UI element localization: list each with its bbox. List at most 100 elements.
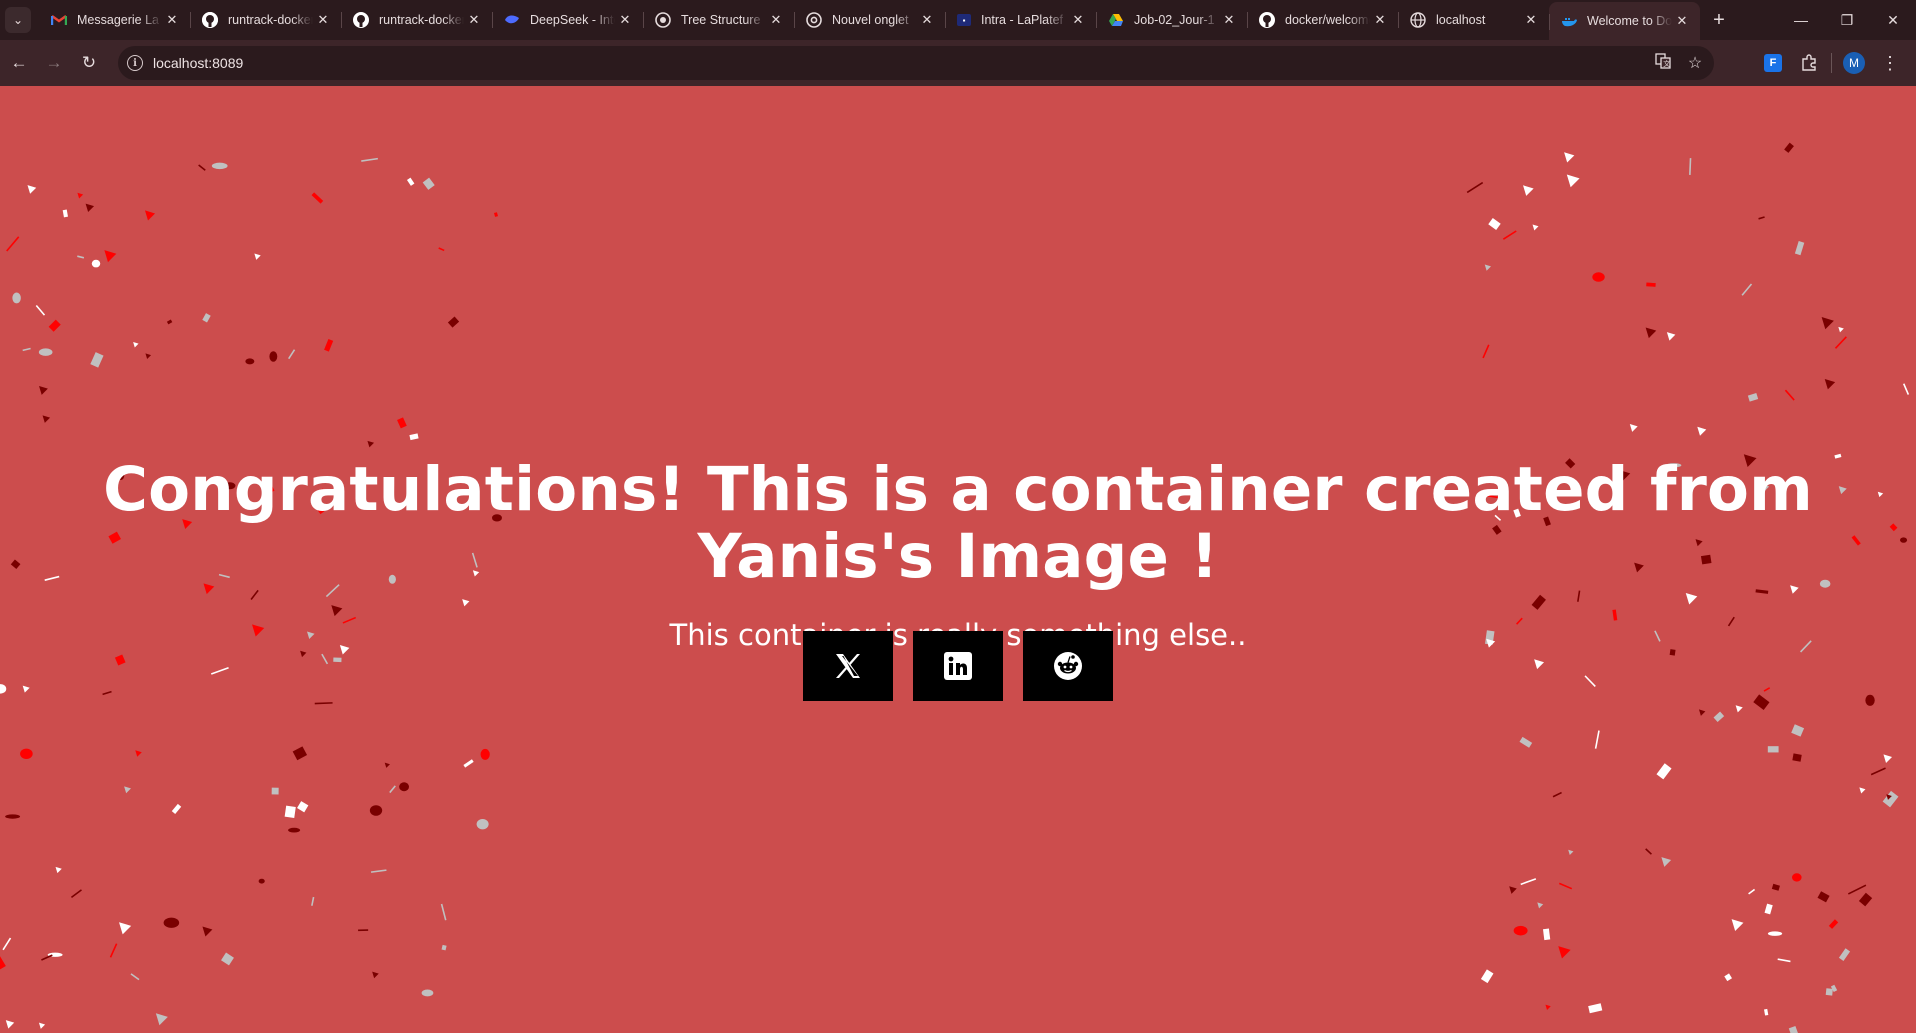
close-icon[interactable]: ✕ xyxy=(1672,13,1692,29)
page-title: Congratulations! This is a container cre… xyxy=(103,454,1813,593)
confetti-piece xyxy=(1656,763,1672,780)
reddit-icon xyxy=(1054,652,1082,680)
tab-tree-structure[interactable]: Tree Structure ✕ xyxy=(643,0,794,40)
intra-icon: ▪ xyxy=(957,14,971,26)
confetti-piece xyxy=(440,903,447,921)
confetti-piece xyxy=(198,164,206,171)
confetti-piece xyxy=(62,209,68,218)
tab-title: runtrack-docker xyxy=(228,13,313,27)
confetti-piece xyxy=(109,943,118,958)
avatar: M xyxy=(1843,52,1865,74)
confetti-piece xyxy=(1484,264,1491,271)
tab-welcome-to-docker[interactable]: Welcome to Do ✕ xyxy=(1549,2,1700,40)
confetti-piece xyxy=(406,177,415,186)
confetti-piece xyxy=(1825,988,1833,996)
confetti-piece xyxy=(438,247,445,252)
confetti-piece xyxy=(1568,849,1574,856)
docker-icon xyxy=(1561,13,1577,29)
confetti-piece xyxy=(1792,873,1802,882)
confetti-piece xyxy=(1741,283,1753,296)
url-text[interactable]: localhost:8089 xyxy=(153,55,243,71)
tab-strip: ⌄ Messagerie La ✕ runtrack-docker ✕ runt… xyxy=(0,0,1916,40)
confetti-piece xyxy=(254,253,261,260)
close-icon[interactable]: ✕ xyxy=(766,12,786,28)
confetti-piece xyxy=(77,192,84,199)
tab-nouvel-onglet[interactable]: Nouvel onglet ✕ xyxy=(794,0,945,40)
confetti-piece xyxy=(1645,848,1652,855)
confetti-piece xyxy=(12,292,21,304)
tab-job-02[interactable]: Job-02_Jour-1 ✕ xyxy=(1096,0,1247,40)
tab-messagerie[interactable]: Messagerie La ✕ xyxy=(39,0,190,40)
confetti-piece xyxy=(1902,383,1910,395)
close-icon[interactable]: ✕ xyxy=(917,12,937,28)
reload-icon[interactable]: ↻ xyxy=(73,47,105,79)
site-info-icon[interactable]: i xyxy=(127,55,143,71)
close-icon[interactable]: ✕ xyxy=(615,12,635,28)
confetti-piece xyxy=(38,1022,46,1029)
tab-title: Messagerie La xyxy=(77,13,159,27)
confetti-piece xyxy=(292,746,308,761)
hero-section: Congratulations! This is a container cre… xyxy=(0,456,1916,653)
confetti-piece xyxy=(1724,973,1733,982)
tab-intra[interactable]: ▪ Intra - LaPlatef ✕ xyxy=(945,0,1096,40)
extension-f-button[interactable]: F xyxy=(1755,45,1791,81)
confetti-piece xyxy=(367,440,375,448)
new-tab-button[interactable]: + xyxy=(1704,9,1734,32)
bookmark-star-icon[interactable]: ☆ xyxy=(1684,53,1706,73)
browser-toolbar: ← → ↻ i localhost:8089 文 ☆ F M ⋮ xyxy=(0,40,1916,86)
social-links xyxy=(0,631,1916,701)
confetti-piece xyxy=(27,185,37,194)
tab-runtrack-docker-1[interactable]: runtrack-docker ✕ xyxy=(190,0,341,40)
confetti-piece xyxy=(133,342,139,348)
tab-deepseek[interactable]: DeepSeek - Into ✕ xyxy=(492,0,643,40)
close-icon[interactable]: ✕ xyxy=(313,12,333,28)
tab-runtrack-docker-2[interactable]: runtrack-docker ✕ xyxy=(341,0,492,40)
deepseek-icon xyxy=(504,12,520,28)
linkedin-button[interactable] xyxy=(913,631,1003,701)
confetti-piece xyxy=(1859,787,1866,794)
confetti-piece xyxy=(1731,919,1744,932)
tab-title: docker/welcome xyxy=(1285,13,1370,27)
forward-icon[interactable]: → xyxy=(38,47,70,79)
confetti-piece xyxy=(258,878,265,884)
address-bar[interactable]: i localhost:8089 文 ☆ xyxy=(118,46,1714,80)
tab-search-button[interactable]: ⌄ xyxy=(5,7,31,33)
confetti-piece xyxy=(288,827,301,833)
confetti-piece xyxy=(1838,948,1851,961)
close-icon[interactable]: ✕ xyxy=(1068,12,1088,28)
confetti-piece xyxy=(1542,928,1551,941)
confetti-piece xyxy=(5,814,21,819)
confetti-piece xyxy=(1645,327,1657,339)
minimize-icon[interactable]: — xyxy=(1778,0,1824,40)
confetti-piece xyxy=(480,748,490,760)
extensions-puzzle-icon[interactable] xyxy=(1791,45,1827,81)
confetti-piece xyxy=(361,157,378,162)
chrome-icon xyxy=(806,12,822,28)
confetti-piece xyxy=(1824,378,1836,390)
confetti-piece xyxy=(1698,709,1706,716)
confetti-piece xyxy=(1629,424,1638,432)
more-menu-icon[interactable]: ⋮ xyxy=(1872,45,1908,81)
confetti-piece xyxy=(463,759,474,768)
restore-icon[interactable]: ❐ xyxy=(1824,0,1870,40)
back-icon[interactable]: ← xyxy=(3,47,35,79)
github-icon xyxy=(202,12,218,28)
confetti-piece xyxy=(384,762,390,768)
close-icon[interactable]: ✕ xyxy=(1370,12,1390,28)
close-icon[interactable]: ✕ xyxy=(1219,12,1239,28)
confetti-piece xyxy=(1870,767,1886,776)
close-window-icon[interactable]: ✕ xyxy=(1870,0,1916,40)
close-icon[interactable]: ✕ xyxy=(464,12,484,28)
confetti-piece xyxy=(1552,791,1562,798)
x-twitter-button[interactable] xyxy=(803,631,893,701)
translate-icon[interactable]: 文 xyxy=(1652,52,1674,74)
confetti-piece xyxy=(311,192,324,204)
close-icon[interactable]: ✕ xyxy=(162,12,182,28)
tab-localhost[interactable]: localhost ✕ xyxy=(1398,0,1549,40)
close-icon[interactable]: ✕ xyxy=(1521,12,1541,28)
profile-button[interactable]: M xyxy=(1836,45,1872,81)
confetti-piece xyxy=(0,956,6,970)
tab-title: runtrack-docker xyxy=(379,13,464,27)
tab-docker-welcome[interactable]: docker/welcome ✕ xyxy=(1247,0,1398,40)
reddit-button[interactable] xyxy=(1023,631,1113,701)
